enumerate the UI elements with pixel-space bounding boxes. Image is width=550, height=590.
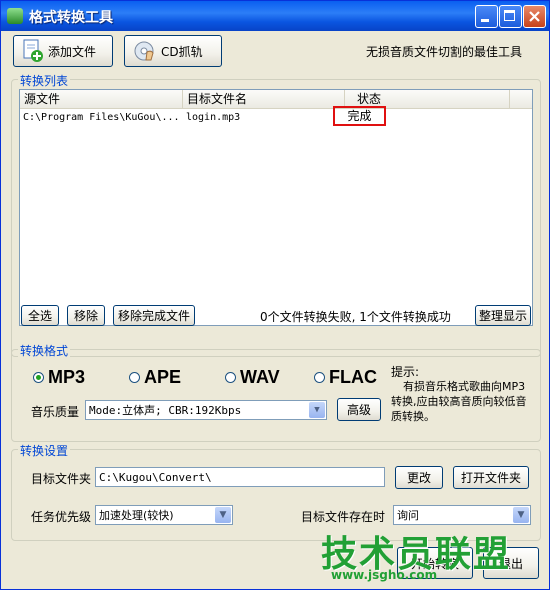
quality-label: 音乐质量 bbox=[31, 405, 80, 419]
slogan-text: 无损音质文件切割的最佳工具 bbox=[366, 45, 523, 59]
maximize-button[interactable] bbox=[499, 5, 522, 28]
settings-legend: 转换设置 bbox=[18, 442, 71, 459]
row-source: C:\Program Files\KuGou\... bbox=[23, 112, 180, 123]
radio-wav-label: WAV bbox=[240, 367, 280, 387]
minimize-icon bbox=[481, 19, 489, 22]
cd-rip-label: CD抓轨 bbox=[161, 44, 203, 59]
cd-icon bbox=[134, 41, 154, 61]
cd-rip-button[interactable]: CD抓轨 bbox=[124, 35, 222, 67]
radio-flac-circle bbox=[314, 372, 325, 383]
radio-flac-label: FLAC bbox=[329, 367, 377, 387]
window-content: 添加文件 CD抓轨 无损音质文件切割的最佳工具 转换列表 源文件 目标文件名 状… bbox=[5, 31, 545, 585]
remove-done-button[interactable]: 移除完成文件 bbox=[113, 305, 195, 326]
app-icon bbox=[7, 8, 23, 24]
tidy-display-button[interactable]: 整理显示 bbox=[475, 305, 531, 326]
file-list[interactable]: 源文件 目标文件名 状态 C:\Program Files\KuGou\... … bbox=[19, 89, 533, 326]
target-folder-value: C:\Kugou\Convert\ bbox=[99, 470, 212, 484]
exists-value: 询问 bbox=[397, 509, 419, 522]
radio-ape-circle bbox=[129, 372, 140, 383]
target-folder-input[interactable]: C:\Kugou\Convert\ bbox=[95, 467, 385, 487]
row-status: 完成 bbox=[333, 106, 386, 126]
hint-title: 提示: bbox=[391, 365, 420, 379]
target-folder-label: 目标文件夹 bbox=[31, 472, 92, 486]
chevron-down-icon[interactable]: ▼ bbox=[513, 507, 529, 523]
table-row[interactable]: C:\Program Files\KuGou\... login.mp3 完成 bbox=[20, 106, 532, 126]
add-file-button[interactable]: 添加文件 bbox=[13, 35, 113, 67]
close-icon bbox=[529, 11, 540, 22]
radio-mp3-label: MP3 bbox=[48, 367, 86, 387]
add-file-icon bbox=[23, 39, 43, 62]
quality-combo[interactable]: Mode:立体声; CBR:192Kbps ▼ bbox=[85, 400, 327, 420]
select-all-button[interactable]: 全选 bbox=[21, 305, 59, 326]
chevron-down-icon[interactable]: ▼ bbox=[309, 402, 325, 418]
row-target: login.mp3 bbox=[186, 112, 241, 123]
list-header: 源文件 目标文件名 状态 bbox=[20, 90, 532, 109]
convert-list-legend: 转换列表 bbox=[18, 72, 71, 89]
priority-combo[interactable]: 加速处理(较快) ▼ bbox=[95, 505, 233, 525]
quality-value: Mode:立体声; CBR:192Kbps bbox=[89, 404, 242, 417]
maximize-icon bbox=[504, 10, 515, 21]
remove-button[interactable]: 移除 bbox=[67, 305, 105, 326]
radio-ape[interactable]: APE bbox=[129, 367, 181, 388]
col-source[interactable]: 源文件 bbox=[20, 90, 183, 108]
hint-text: 有损音乐格式歌曲向MP3转换,应由较高音质向较低音质转换。 bbox=[391, 380, 527, 423]
open-folder-button[interactable]: 打开文件夹 bbox=[453, 466, 529, 489]
title-bar[interactable]: 格式转换工具 bbox=[1, 1, 549, 31]
radio-wav-circle bbox=[225, 372, 236, 383]
window-title: 格式转换工具 bbox=[29, 10, 113, 26]
radio-flac[interactable]: FLAC bbox=[314, 367, 377, 388]
format-legend: 转换格式 bbox=[18, 342, 71, 359]
radio-wav[interactable]: WAV bbox=[225, 367, 280, 388]
convert-summary: 0个文件转换失败, 1个文件转换成功 bbox=[260, 310, 451, 324]
exists-combo[interactable]: 询问 ▼ bbox=[393, 505, 531, 525]
minimize-button[interactable] bbox=[475, 5, 498, 28]
priority-label: 任务优先级 bbox=[31, 510, 92, 524]
radio-mp3-circle bbox=[33, 372, 44, 383]
radio-ape-label: APE bbox=[144, 367, 182, 387]
priority-value: 加速处理(较快) bbox=[99, 509, 174, 522]
add-file-label: 添加文件 bbox=[48, 44, 97, 59]
exists-label: 目标文件存在时 bbox=[301, 510, 386, 524]
change-folder-button[interactable]: 更改 bbox=[395, 466, 443, 489]
watermark-url: www.jsgho.com bbox=[331, 568, 438, 582]
chevron-down-icon[interactable]: ▼ bbox=[215, 507, 231, 523]
col-target[interactable]: 目标文件名 bbox=[183, 90, 345, 108]
radio-mp3[interactable]: MP3 bbox=[33, 367, 85, 388]
close-button[interactable] bbox=[523, 5, 546, 28]
format-convert-window: 格式转换工具 添加文件 CD抓轨 无损音质文件切割的最佳工具 转换列表 源文件 … bbox=[0, 0, 550, 590]
advanced-button[interactable]: 高级 bbox=[337, 398, 381, 421]
